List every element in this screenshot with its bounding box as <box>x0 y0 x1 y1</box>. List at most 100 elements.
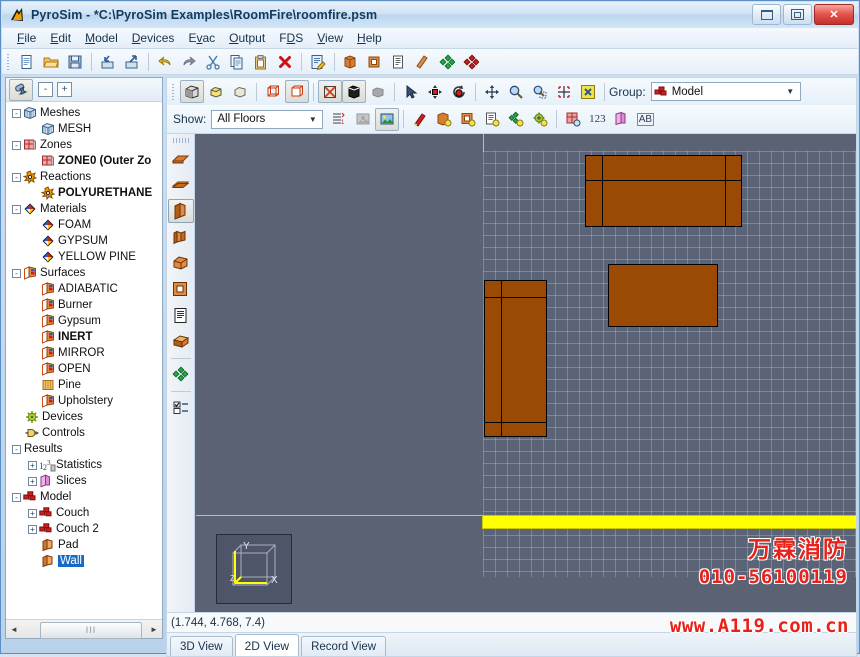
model-tree-icon[interactable] <box>9 78 33 101</box>
tree-node[interactable]: POLYURETHANE <box>8 185 162 201</box>
couch-left[interactable] <box>484 280 547 437</box>
background-image-on-icon[interactable] <box>375 107 400 131</box>
expand-toggle-icon[interactable]: + <box>28 460 37 470</box>
gray-box-icon[interactable] <box>366 80 390 103</box>
hide-faces-icon[interactable] <box>318 80 342 103</box>
tree-node[interactable]: INERT <box>8 329 162 345</box>
collapse-toggle-icon[interactable]: - <box>12 172 21 182</box>
menu-devices[interactable]: Devices <box>125 29 182 47</box>
export-icon[interactable] <box>120 50 144 73</box>
new-surface-icon[interactable] <box>411 50 435 73</box>
drawing-canvas[interactable]: Y X Z 万霖消防 010-56100119 <box>166 133 857 613</box>
tree-node[interactable]: Pine <box>8 377 162 393</box>
close-button[interactable]: ✕ <box>814 4 854 25</box>
tree-node[interactable]: OPEN <box>8 361 162 377</box>
tree-node[interactable]: Devices <box>8 409 162 425</box>
new-reaction-icon[interactable] <box>459 50 483 73</box>
tree-node[interactable]: ADIABATIC <box>8 281 162 297</box>
tree-node[interactable]: Gypsum <box>8 313 162 329</box>
draw-selection-icon[interactable] <box>168 395 194 419</box>
select-arrow-icon[interactable] <box>399 80 423 103</box>
group-combobox[interactable]: Model ▼ <box>650 82 801 101</box>
flat-render-icon[interactable] <box>228 80 252 103</box>
model-tree[interactable]: - Meshes MESH - Zones ZONE0 (Outer Zo - Reactio… <box>6 102 162 618</box>
cut-scissors-icon[interactable] <box>201 50 225 73</box>
menu-evac[interactable]: Evac <box>181 29 222 47</box>
draw-particles-icon[interactable] <box>168 362 194 386</box>
tree-node[interactable]: ZONE0 (Outer Zo <box>8 153 162 169</box>
new-icon[interactable] <box>15 50 39 73</box>
draw-toolbar-grip[interactable] <box>172 138 189 143</box>
scroll-thumb[interactable]: III <box>40 621 142 639</box>
zoom-extents-icon[interactable] <box>552 80 576 103</box>
redo-icon[interactable] <box>177 50 201 73</box>
collapse-toggle-icon[interactable]: - <box>12 444 21 454</box>
expand-toggle-icon[interactable]: + <box>28 476 37 486</box>
collapse-toggle-icon[interactable]: - <box>12 140 21 150</box>
fit-view-icon[interactable] <box>576 80 600 103</box>
toolbar-grip[interactable] <box>6 52 12 71</box>
tree-node[interactable]: - Meshes <box>8 105 162 121</box>
tree-node[interactable]: Pad <box>8 537 162 553</box>
tree-node[interactable]: YELLOW PINE <box>8 249 162 265</box>
draw-slab-icon[interactable] <box>168 147 194 171</box>
tree-node[interactable]: +1 2 3 Statistics <box>8 457 162 473</box>
tree-node[interactable]: Upholstery <box>8 393 162 409</box>
menu-help[interactable]: Help <box>350 29 389 47</box>
chevron-down-icon[interactable]: ▼ <box>783 87 798 96</box>
tree-node[interactable]: FOAM <box>8 217 162 233</box>
tree-node[interactable]: MIRROR <box>8 345 162 361</box>
pan-icon[interactable] <box>480 80 504 103</box>
paste-icon[interactable] <box>249 50 273 73</box>
show-vents-icon[interactable] <box>480 108 504 131</box>
zoom-window-icon[interactable] <box>528 80 552 103</box>
draw-note-icon[interactable] <box>168 303 194 327</box>
show-particles-icon[interactable] <box>504 108 528 131</box>
move-object-icon[interactable] <box>423 80 447 103</box>
tree-node[interactable]: Controls <box>8 425 162 441</box>
collapse-toggle-icon[interactable]: - <box>12 108 21 118</box>
tree-node[interactable]: GYPSUM <box>8 233 162 249</box>
draw-hole-icon[interactable] <box>168 277 194 301</box>
delete-x-icon[interactable] <box>273 50 297 73</box>
maximize-button[interactable] <box>783 4 812 25</box>
menu-fds[interactable]: FDS <box>272 29 310 47</box>
wireframe-icon[interactable] <box>261 80 285 103</box>
open-folder-icon[interactable] <box>39 50 63 73</box>
scroll-left-arrow[interactable]: ◄ <box>6 621 22 638</box>
show-numbers-icon[interactable]: 123 <box>585 108 609 131</box>
undo-icon[interactable] <box>153 50 177 73</box>
tree-node[interactable]: Wall <box>8 553 162 569</box>
new-obstruction-icon[interactable] <box>339 50 363 73</box>
show-obstructions-icon[interactable] <box>432 108 456 131</box>
tree-horizontal-scrollbar[interactable]: ◄ III ► <box>6 619 162 639</box>
draw-wall-icon[interactable] <box>167 199 194 223</box>
expand-all-button[interactable]: + <box>57 82 72 97</box>
draw-block-icon[interactable] <box>168 251 194 275</box>
menu-model[interactable]: Model <box>78 29 125 47</box>
tree-node[interactable]: + Couch <box>8 505 162 521</box>
tree-node[interactable]: - Results <box>8 441 162 457</box>
new-particle-icon[interactable] <box>435 50 459 73</box>
tree-node[interactable]: - Model <box>8 489 162 505</box>
chevron-down-icon[interactable]: ▼ <box>305 115 320 124</box>
show-labels-icon[interactable]: AB <box>633 108 657 131</box>
draw-thin-slab-icon[interactable] <box>168 173 194 197</box>
shaded-render-icon[interactable] <box>204 80 228 103</box>
tree-node[interactable]: + Slices <box>8 473 162 489</box>
zoom-icon[interactable] <box>504 80 528 103</box>
show-faces-icon[interactable] <box>342 80 366 103</box>
show-slices-icon[interactable] <box>609 108 633 131</box>
background-image-off-icon[interactable] <box>351 108 375 131</box>
outline-icon[interactable] <box>285 80 309 103</box>
menu-output[interactable]: Output <box>222 29 272 47</box>
tree-node[interactable]: - Materials <box>8 201 162 217</box>
couch-top[interactable] <box>585 155 742 227</box>
minimize-button[interactable] <box>752 4 781 25</box>
copy-icon[interactable] <box>225 50 249 73</box>
scroll-track[interactable]: III <box>22 621 146 639</box>
tree-node[interactable]: - Surfaces <box>8 265 162 281</box>
wall-selected[interactable] <box>482 515 856 529</box>
tree-node[interactable]: + Couch 2 <box>8 521 162 537</box>
pad[interactable] <box>608 264 718 327</box>
